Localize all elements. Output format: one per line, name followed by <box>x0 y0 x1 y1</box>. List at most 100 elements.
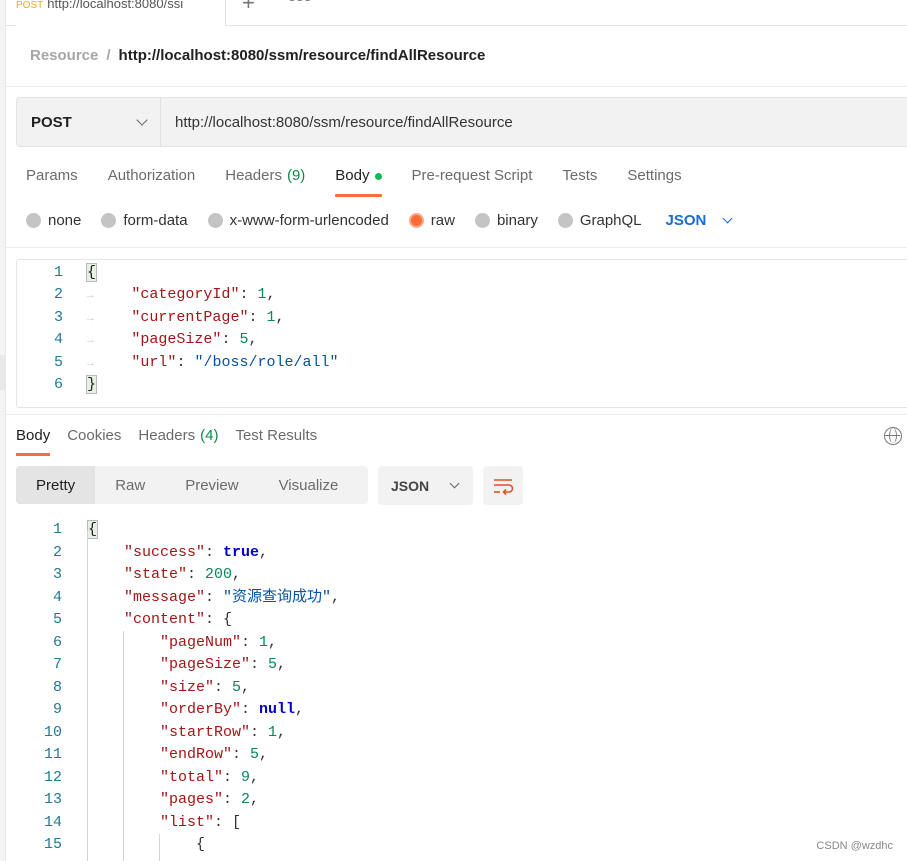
response-tab-body[interactable]: Body <box>16 427 51 456</box>
tab-tests[interactable]: Tests <box>562 167 597 197</box>
response-tab-cookies[interactable]: Cookies <box>67 427 121 456</box>
radio-x-www-form-urlencoded[interactable]: x-www-form-urlencoded <box>207 212 389 229</box>
response-format-select[interactable]: JSON <box>378 466 473 505</box>
view-mode-pretty[interactable]: Pretty <box>16 466 96 504</box>
code-token: , <box>241 678 251 696</box>
tab-arrow-icon: → <box>87 335 114 348</box>
code-line: → "currentPage": 1, <box>87 307 285 329</box>
tab-body[interactable]: Body <box>335 167 382 197</box>
request-body-editor[interactable]: 1 {2 → "categoryId": 1, 3 → "currentPage": 1… <box>16 259 907 408</box>
radio-circle-icon <box>207 213 223 228</box>
radio-GraphQL[interactable]: GraphQL <box>557 212 642 229</box>
indent-guide <box>87 530 88 861</box>
code-token: : <box>250 723 269 741</box>
line-number: 2 <box>52 543 62 561</box>
tab-params[interactable]: Params <box>26 167 78 197</box>
radio-circle-icon <box>26 213 41 228</box>
line-number: 4 <box>52 588 62 606</box>
tab-headers[interactable]: Headers (9) <box>225 167 305 197</box>
code-token: : <box>241 701 260 718</box>
more-icon[interactable]: ooo <box>288 0 311 4</box>
tab-authorization[interactable]: Authorization <box>108 167 196 197</box>
chevron-down-icon <box>722 213 733 224</box>
code-token: , <box>232 566 242 583</box>
code-token: "content" <box>124 611 206 628</box>
code-token: , <box>277 656 287 673</box>
radio-binary[interactable]: binary <box>474 212 538 229</box>
response-tab-test-results[interactable]: Test Results <box>235 427 317 456</box>
code-token: "state" <box>124 566 188 583</box>
breadcrumb-parent[interactable]: Resource <box>30 47 98 64</box>
code-token: 1 <box>259 633 269 651</box>
radio-circle-icon <box>557 213 573 228</box>
code-token: "list" <box>160 813 215 831</box>
code-token: : <box>248 308 267 326</box>
tab-label: Test Results <box>235 427 318 444</box>
code-token: , <box>250 791 260 808</box>
code-token: , <box>248 331 258 349</box>
code-token: : <box>250 656 269 673</box>
code-line: "success": true, <box>124 542 268 564</box>
code-line: "pageNum": 1, <box>160 632 277 654</box>
code-token: : <box>239 286 258 304</box>
line-number: 14 <box>43 813 62 831</box>
tab-label: Tests <box>562 167 598 184</box>
code-token: "资源查询成功" <box>223 588 332 606</box>
code-token: 5 <box>232 678 242 696</box>
code-token: : <box>223 791 242 808</box>
tab-label: Cookies <box>67 427 122 444</box>
body-format-select[interactable]: JSON <box>666 212 733 229</box>
code-token: : <box>241 633 260 651</box>
indent-guide <box>123 631 124 861</box>
code-line: "total": 9, <box>160 767 259 789</box>
response-tab-headers[interactable]: Headers (4) <box>138 427 218 456</box>
wrap-lines-button[interactable] <box>483 466 523 505</box>
line-number: 1 <box>52 521 62 538</box>
code-token: { <box>196 836 206 853</box>
code-line: "content": { <box>124 609 232 631</box>
line-number: 6 <box>53 376 63 393</box>
code-token: "pageSize" <box>160 656 251 673</box>
tab-settings[interactable]: Settings <box>627 167 681 197</box>
code-line: { <box>85 262 98 284</box>
url-input[interactable]: http://localhost:8080/ssm/resource/findA… <box>161 114 513 131</box>
radio-form-data[interactable]: form-data <box>101 212 188 229</box>
code-token: : <box>205 543 224 561</box>
code-line: "orderBy": null, <box>160 699 304 721</box>
indent-guide <box>159 834 160 861</box>
new-tab-icon[interactable]: + <box>242 0 255 16</box>
code-token: "url" <box>131 353 177 371</box>
line-number: 12 <box>43 768 62 786</box>
radio-none[interactable]: none <box>26 212 81 229</box>
tab-count: (9) <box>286 167 306 184</box>
url-bar: POST http://localhost:8080/ssm/resource/… <box>16 97 907 147</box>
code-line: "pageSize": 5, <box>160 654 286 676</box>
line-number: 13 <box>43 791 62 808</box>
view-mode-visualize[interactable]: Visualize <box>259 466 359 504</box>
tab-count: (4) <box>200 427 219 444</box>
tab-pre-request-script[interactable]: Pre-request Script <box>412 167 533 197</box>
tab-label: Body <box>16 427 51 444</box>
request-tab[interactable]: POST http://localhost:8080/ssi <box>16 0 226 26</box>
tab-arrow-icon: → <box>87 312 114 325</box>
code-token: , <box>295 701 305 718</box>
line-number: 11 <box>43 746 62 763</box>
code-line: "list": [ <box>160 812 241 834</box>
body-type-options: none form-data x-www-form-urlencoded raw bin… <box>26 212 733 229</box>
code-line: "endRow": 5, <box>160 744 268 766</box>
globe-icon[interactable] <box>884 427 902 445</box>
tab-label: Headers <box>138 427 196 444</box>
radio-label: none <box>48 212 82 229</box>
line-number: 1 <box>53 264 63 281</box>
radio-raw[interactable]: raw <box>408 212 455 229</box>
tab-label: Pre-request Script <box>411 167 533 184</box>
code-line: "state": 200, <box>124 564 241 586</box>
code-line: { <box>196 834 205 856</box>
code-line: } <box>85 374 98 396</box>
method-select[interactable]: POST <box>17 98 161 146</box>
view-mode-preview[interactable]: Preview <box>165 466 258 504</box>
view-mode-raw[interactable]: Raw <box>95 466 165 504</box>
code-token: : <box>187 566 206 583</box>
format-value: JSON <box>391 477 430 494</box>
code-token: { <box>86 520 99 539</box>
